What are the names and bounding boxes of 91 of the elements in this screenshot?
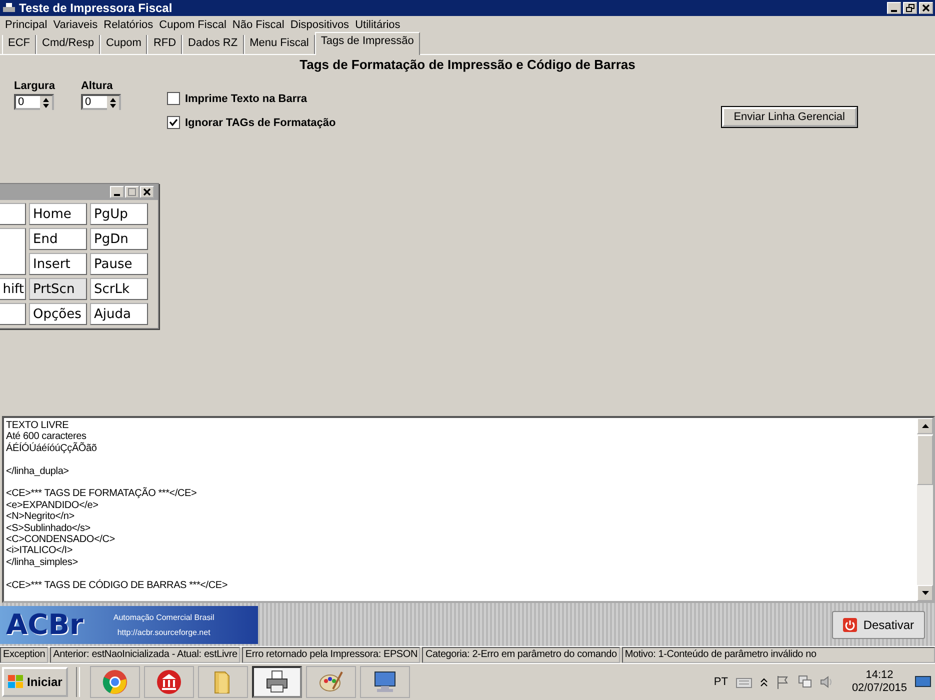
status-panel: Exception	[0, 647, 48, 663]
send-button[interactable]: Enviar Linha Gerencial	[722, 107, 857, 127]
keyboard-key[interactable]: Pause	[90, 253, 148, 275]
tab[interactable]: ECF	[2, 35, 36, 54]
network-icon[interactable]	[798, 675, 812, 689]
status-panel: Erro retornado pela Impressora: EPSON	[242, 647, 420, 663]
close-button[interactable]	[140, 186, 154, 198]
text-line: TEXTO LIVRE	[6, 420, 70, 432]
panel-title: Tags de Formatação de Impressão e Código de Barras	[298, 57, 636, 72]
minimize-button[interactable]	[110, 186, 124, 198]
logo-text: ACBr	[6, 608, 84, 641]
text-line: <i>ITALICO</I>	[6, 545, 74, 557]
text-line: <e>EXPANDIDO</e>	[6, 500, 100, 512]
tab[interactable]: Cupom	[100, 35, 148, 54]
status-panel: Anterior: estNaoInicializada - Atual: estLivre	[50, 647, 240, 663]
taskbar-app[interactable]	[360, 666, 410, 698]
printer-icon	[2, 2, 16, 14]
keyboard-key[interactable]	[0, 228, 26, 275]
text-line: ÁÉÍÓÚáéíóúÇçÃÕãõ	[6, 442, 98, 454]
spinner-label: Altura	[80, 80, 114, 92]
text-line: <S>Sublinhado</s>	[6, 522, 92, 534]
spin-arrows-icon[interactable]	[40, 96, 52, 110]
menu-item[interactable]: Utilitários	[352, 19, 404, 31]
keyboard-key[interactable]	[0, 303, 26, 325]
menu-item[interactable]: Variaveis	[50, 19, 101, 31]
speaker-icon[interactable]	[820, 675, 834, 689]
logo-tagline: Automação Comercial Brasil	[113, 612, 214, 622]
taskbar-app[interactable]	[252, 666, 302, 698]
menu-item[interactable]: Principal	[2, 19, 50, 31]
scrollbar[interactable]	[917, 418, 933, 601]
menu-item[interactable]: Cupom Fiscal	[156, 19, 230, 31]
chevron-up-icon[interactable]	[760, 677, 768, 687]
browser-icon	[102, 669, 128, 695]
up-arrow-icon[interactable]	[922, 424, 928, 428]
checkbox-label: Ignorar TAGs de Formatação	[184, 116, 336, 128]
text-line: <CE>*** TAGS DE CÓDIGO DE BARRAS ***</CE>	[6, 580, 229, 592]
window-title: Teste de Impressora Fiscal	[19, 1, 174, 15]
checkbox[interactable]	[166, 92, 180, 105]
checkbox-label: Imprime Texto na Barra	[184, 92, 308, 104]
logo-url: http://acbr.sourceforge.net	[117, 628, 210, 636]
tab[interactable]: Tags de Impressão	[314, 32, 420, 55]
keyboard-key[interactable]: Opções	[29, 303, 87, 325]
keyboard-key[interactable]: hift	[0, 278, 26, 300]
keyboard-key[interactable]	[0, 203, 26, 225]
keyboard-key[interactable]: PgUp	[90, 203, 148, 225]
spin-arrows-icon[interactable]	[106, 96, 119, 110]
text-editor[interactable]	[2, 416, 935, 603]
tab[interactable]: Cmd/Resp	[36, 35, 100, 54]
text-line: <C>CONDENSADO</C>	[6, 534, 116, 546]
status-panel: Categoria: 2-Erro em parâmetro do comando	[422, 647, 620, 663]
text-line: <CE>*** TAGS DE FORMATAÇÃO ***</CE>	[6, 488, 198, 500]
power-icon	[843, 618, 858, 632]
keyboard-key[interactable]: PgDn	[90, 228, 148, 250]
keyboard-key[interactable]: ScrLk	[90, 278, 148, 300]
text-line: </linha_dupla>	[6, 466, 70, 478]
bank-icon	[156, 669, 182, 695]
clock-date[interactable]: 02/07/2015	[852, 682, 907, 695]
close-button[interactable]	[919, 2, 933, 14]
four-squares-icon	[8, 675, 24, 689]
keyboard-icon[interactable]	[736, 676, 752, 688]
menu-item[interactable]: Relatórios	[100, 19, 156, 31]
language-indicator[interactable]: PT	[714, 676, 728, 688]
menu-item[interactable]: Não Fiscal	[229, 19, 288, 31]
minimize-button[interactable]	[887, 2, 901, 14]
keyboard-key[interactable]: Insert	[29, 253, 87, 275]
tab[interactable]: Dados RZ	[182, 35, 244, 54]
restore-button[interactable]	[903, 2, 917, 14]
tab[interactable]: RFD	[147, 35, 182, 54]
deactivate-button[interactable]: Desativar	[832, 610, 925, 638]
flag-icon[interactable]	[776, 675, 790, 689]
computer-icon	[372, 669, 398, 695]
spin-field[interactable]: 0	[80, 94, 121, 110]
start-button[interactable]: Iniciar	[2, 667, 68, 697]
keyboard-key[interactable]: End	[29, 228, 87, 250]
clock-time[interactable]: 14:12	[866, 669, 894, 682]
printer-icon	[264, 669, 290, 695]
status-panel: Motivo: 1-Conteúdo de parâmetro inválido no	[622, 647, 935, 663]
show-desktop-icon[interactable]	[915, 675, 931, 689]
down-arrow-icon[interactable]	[922, 591, 928, 595]
spinner-label: Largura	[14, 80, 55, 92]
keyboard-key[interactable]: Ajuda	[90, 303, 148, 325]
checkbox[interactable]	[166, 116, 180, 129]
restore-icon	[906, 4, 914, 12]
keyboard-key[interactable]: PrtScn	[29, 278, 87, 300]
text-line: Até 600 caracteres	[6, 431, 86, 442]
text-line: <N>Negrito</n>	[6, 511, 76, 523]
spin-field[interactable]: 0	[14, 94, 54, 110]
keyboard-key[interactable]: Home	[29, 203, 87, 225]
tab[interactable]: Menu Fiscal	[244, 35, 315, 54]
menu-item[interactable]: Dispositivos	[287, 19, 352, 31]
text-line: </linha_simples>	[6, 556, 79, 568]
